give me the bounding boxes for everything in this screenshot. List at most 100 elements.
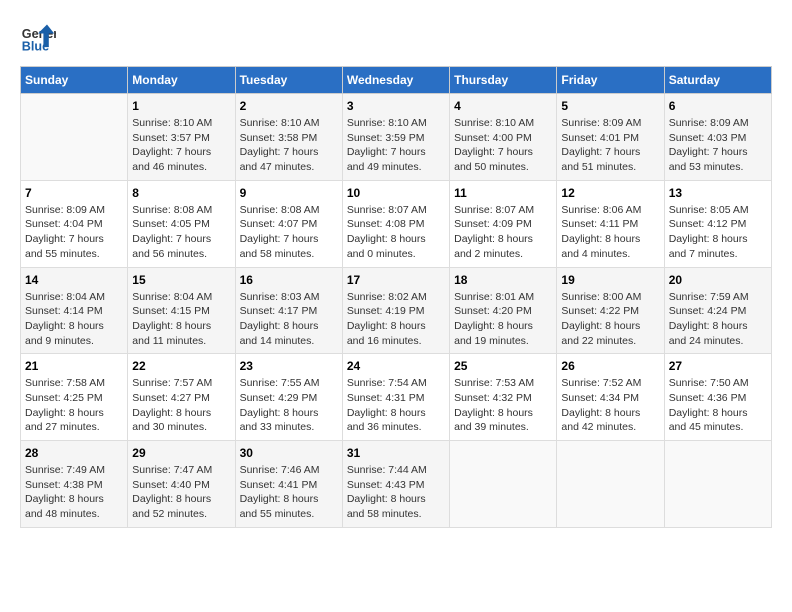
day-info: Sunrise: 8:08 AMSunset: 4:07 PMDaylight:…: [240, 203, 338, 262]
day-info: Sunrise: 8:10 AMSunset: 3:58 PMDaylight:…: [240, 116, 338, 175]
day-number: 18: [454, 273, 552, 287]
day-info: Sunrise: 8:10 AMSunset: 3:57 PMDaylight:…: [132, 116, 230, 175]
day-number: 2: [240, 99, 338, 113]
day-number: 10: [347, 186, 445, 200]
day-cell: 7 Sunrise: 8:09 AMSunset: 4:04 PMDaylight…: [21, 180, 128, 267]
day-cell: 22 Sunrise: 7:57 AMSunset: 4:27 PMDayligh…: [128, 354, 235, 441]
day-info: Sunrise: 8:01 AMSunset: 4:20 PMDaylight:…: [454, 290, 552, 349]
day-cell: [450, 441, 557, 528]
day-cell: 25 Sunrise: 7:53 AMSunset: 4:32 PMDayligh…: [450, 354, 557, 441]
logo: General Blue: [20, 20, 56, 56]
day-cell: 12 Sunrise: 8:06 AMSunset: 4:11 PMDayligh…: [557, 180, 664, 267]
day-number: 12: [561, 186, 659, 200]
day-info: Sunrise: 8:09 AMSunset: 4:04 PMDaylight:…: [25, 203, 123, 262]
day-info: Sunrise: 7:54 AMSunset: 4:31 PMDaylight:…: [347, 376, 445, 435]
day-info: Sunrise: 8:09 AMSunset: 4:01 PMDaylight:…: [561, 116, 659, 175]
day-info: Sunrise: 8:10 AMSunset: 4:00 PMDaylight:…: [454, 116, 552, 175]
day-number: 4: [454, 99, 552, 113]
day-number: 7: [25, 186, 123, 200]
day-number: 16: [240, 273, 338, 287]
day-cell: 29 Sunrise: 7:47 AMSunset: 4:40 PMDayligh…: [128, 441, 235, 528]
day-cell: 6Sunrise: 8:09 AMSunset: 4:03 PMDaylight…: [664, 94, 771, 181]
day-info: Sunrise: 8:10 AMSunset: 3:59 PMDaylight:…: [347, 116, 445, 175]
day-number: 22: [132, 359, 230, 373]
day-number: 20: [669, 273, 767, 287]
day-cell: 28Sunrise: 7:49 AMSunset: 4:38 PMDayligh…: [21, 441, 128, 528]
day-number: 5: [561, 99, 659, 113]
day-number: 14: [25, 273, 123, 287]
day-info: Sunrise: 8:04 AMSunset: 4:14 PMDaylight:…: [25, 290, 123, 349]
day-cell: 2 Sunrise: 8:10 AMSunset: 3:58 PMDaylight…: [235, 94, 342, 181]
day-number: 19: [561, 273, 659, 287]
day-number: 29: [132, 446, 230, 460]
week-row-5: 28Sunrise: 7:49 AMSunset: 4:38 PMDayligh…: [21, 441, 772, 528]
day-number: 24: [347, 359, 445, 373]
day-number: 30: [240, 446, 338, 460]
weekday-header-saturday: Saturday: [664, 67, 771, 94]
day-info: Sunrise: 8:05 AMSunset: 4:12 PMDaylight:…: [669, 203, 767, 262]
day-cell: 23 Sunrise: 7:55 AMSunset: 4:29 PMDayligh…: [235, 354, 342, 441]
day-cell: 10 Sunrise: 8:07 AMSunset: 4:08 PMDayligh…: [342, 180, 449, 267]
day-cell: [664, 441, 771, 528]
day-info: Sunrise: 7:52 AMSunset: 4:34 PMDaylight:…: [561, 376, 659, 435]
day-number: 8: [132, 186, 230, 200]
day-number: 9: [240, 186, 338, 200]
day-cell: 8 Sunrise: 8:08 AMSunset: 4:05 PMDaylight…: [128, 180, 235, 267]
day-cell: [21, 94, 128, 181]
day-info: Sunrise: 7:55 AMSunset: 4:29 PMDaylight:…: [240, 376, 338, 435]
day-number: 26: [561, 359, 659, 373]
day-cell: 21 Sunrise: 7:58 AMSunset: 4:25 PMDayligh…: [21, 354, 128, 441]
day-cell: [557, 441, 664, 528]
day-info: Sunrise: 7:57 AMSunset: 4:27 PMDaylight:…: [132, 376, 230, 435]
day-info: Sunrise: 7:53 AMSunset: 4:32 PMDaylight:…: [454, 376, 552, 435]
day-number: 21: [25, 359, 123, 373]
weekday-header-monday: Monday: [128, 67, 235, 94]
weekday-header-sunday: Sunday: [21, 67, 128, 94]
day-cell: 15 Sunrise: 8:04 AMSunset: 4:15 PMDayligh…: [128, 267, 235, 354]
day-number: 25: [454, 359, 552, 373]
day-cell: 13 Sunrise: 8:05 AMSunset: 4:12 PMDayligh…: [664, 180, 771, 267]
day-cell: 30 Sunrise: 7:46 AMSunset: 4:41 PMDayligh…: [235, 441, 342, 528]
day-info: Sunrise: 8:07 AMSunset: 4:08 PMDaylight:…: [347, 203, 445, 262]
day-number: 23: [240, 359, 338, 373]
day-number: 1: [132, 99, 230, 113]
weekday-header-wednesday: Wednesday: [342, 67, 449, 94]
day-info: Sunrise: 7:59 AMSunset: 4:24 PMDaylight:…: [669, 290, 767, 349]
day-info: Sunrise: 7:44 AMSunset: 4:43 PMDaylight:…: [347, 463, 445, 522]
day-cell: 5 Sunrise: 8:09 AMSunset: 4:01 PMDaylight…: [557, 94, 664, 181]
week-row-1: 1 Sunrise: 8:10 AMSunset: 3:57 PMDaylight…: [21, 94, 772, 181]
day-number: 13: [669, 186, 767, 200]
day-info: Sunrise: 7:46 AMSunset: 4:41 PMDaylight:…: [240, 463, 338, 522]
day-info: Sunrise: 8:07 AMSunset: 4:09 PMDaylight:…: [454, 203, 552, 262]
day-number: 15: [132, 273, 230, 287]
day-info: Sunrise: 7:47 AMSunset: 4:40 PMDaylight:…: [132, 463, 230, 522]
day-info: Sunrise: 8:00 AMSunset: 4:22 PMDaylight:…: [561, 290, 659, 349]
day-cell: 24 Sunrise: 7:54 AMSunset: 4:31 PMDayligh…: [342, 354, 449, 441]
day-info: Sunrise: 8:08 AMSunset: 4:05 PMDaylight:…: [132, 203, 230, 262]
weekday-header-thursday: Thursday: [450, 67, 557, 94]
day-number: 27: [669, 359, 767, 373]
day-cell: 1 Sunrise: 8:10 AMSunset: 3:57 PMDaylight…: [128, 94, 235, 181]
day-info: Sunrise: 8:04 AMSunset: 4:15 PMDaylight:…: [132, 290, 230, 349]
day-info: Sunrise: 8:03 AMSunset: 4:17 PMDaylight:…: [240, 290, 338, 349]
day-info: Sunrise: 8:09 AMSunset: 4:03 PMDaylight:…: [669, 116, 767, 175]
day-cell: 9 Sunrise: 8:08 AMSunset: 4:07 PMDaylight…: [235, 180, 342, 267]
day-cell: 17 Sunrise: 8:02 AMSunset: 4:19 PMDayligh…: [342, 267, 449, 354]
day-number: 11: [454, 186, 552, 200]
day-info: Sunrise: 7:58 AMSunset: 4:25 PMDaylight:…: [25, 376, 123, 435]
day-number: 17: [347, 273, 445, 287]
day-cell: 19 Sunrise: 8:00 AMSunset: 4:22 PMDayligh…: [557, 267, 664, 354]
header: General Blue: [20, 20, 772, 56]
day-info: Sunrise: 8:02 AMSunset: 4:19 PMDaylight:…: [347, 290, 445, 349]
weekday-header-tuesday: Tuesday: [235, 67, 342, 94]
day-cell: 14 Sunrise: 8:04 AMSunset: 4:14 PMDayligh…: [21, 267, 128, 354]
weekday-header-row: SundayMondayTuesdayWednesdayThursdayFrid…: [21, 67, 772, 94]
day-cell: 4 Sunrise: 8:10 AMSunset: 4:00 PMDaylight…: [450, 94, 557, 181]
day-info: Sunrise: 8:06 AMSunset: 4:11 PMDaylight:…: [561, 203, 659, 262]
day-cell: 27 Sunrise: 7:50 AMSunset: 4:36 PMDayligh…: [664, 354, 771, 441]
day-info: Sunrise: 7:50 AMSunset: 4:36 PMDaylight:…: [669, 376, 767, 435]
day-cell: 20 Sunrise: 7:59 AMSunset: 4:24 PMDayligh…: [664, 267, 771, 354]
logo-icon: General Blue: [20, 20, 56, 56]
weekday-header-friday: Friday: [557, 67, 664, 94]
week-row-4: 21 Sunrise: 7:58 AMSunset: 4:25 PMDayligh…: [21, 354, 772, 441]
